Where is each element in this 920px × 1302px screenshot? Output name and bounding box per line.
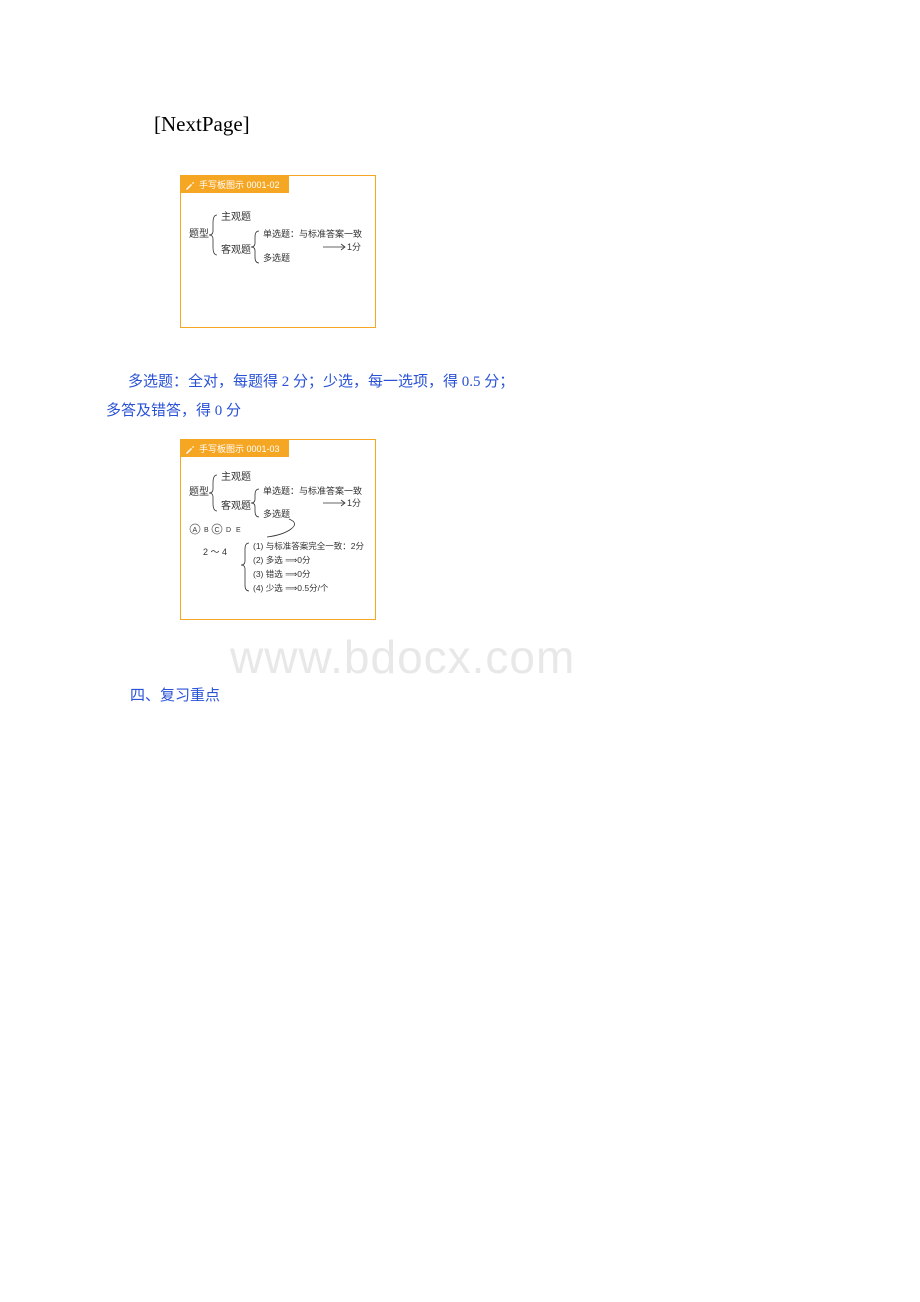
figure-1: 手写板图示 0001-02 题型 主观题 客观题 单选题：与标准答案一致 多选题… (180, 175, 376, 328)
figure-1-tree: 题型 主观题 客观题 单选题：与标准答案一致 多选题 1分 (187, 203, 371, 265)
rule-line-2: 多答及错答，得 0 分 (106, 397, 920, 426)
watermark: www.bdocx.com (230, 630, 575, 684)
brush-icon (185, 180, 195, 190)
fig2-rule4: (4) 少选 ⟹0.5分/个 (253, 583, 329, 593)
figure-2-body: 题型 主观题 客观题 单选题：与标准答案一致 多选题 1分 A B C D E … (181, 457, 375, 619)
figure-2-header-text: 手写板图示 0001-03 (199, 442, 280, 455)
fig2-rule1: (1) 与标准答案完全一致：2分 (253, 541, 364, 551)
fig1-root: 题型 (189, 227, 209, 240)
fig2-range: 2 ～ 4 (203, 547, 227, 557)
fig1-leaf-top: 单选题：与标准答案一致 (263, 228, 362, 239)
brush-icon (185, 444, 195, 454)
fig2-branch-top: 主观题 (221, 471, 251, 483)
fig2-score: 1分 (347, 498, 361, 508)
rule-line-1: 多选题：全对，每题得 2 分；少选，每一选项，得 0.5 分； (128, 368, 920, 397)
fig2-branch-bottom: 客观题 (221, 499, 251, 512)
figure-1-header-text: 手写板图示 0001-02 (199, 178, 280, 191)
svg-text:D: D (226, 527, 231, 534)
fig1-leaf-bottom: 多选题 (263, 252, 290, 263)
fig1-branch-top: 主观题 (221, 211, 251, 223)
fig2-rule3: (3) 错选 ⟹0分 (253, 569, 311, 579)
figure-1-header: 手写板图示 0001-02 (181, 176, 289, 193)
fig2-root: 题型 (189, 485, 209, 498)
svg-text:A: A (193, 527, 198, 534)
fig2-leaf-bottom: 多选题 (263, 508, 290, 519)
fig2-rule2: (2) 多选 ⟹0分 (253, 555, 311, 565)
svg-text:C: C (215, 527, 220, 534)
svg-text:E: E (236, 527, 241, 534)
figure-2-header: 手写板图示 0001-03 (181, 440, 289, 457)
fig1-score: 1分 (347, 242, 361, 252)
section-heading: 四、复习重点 (130, 682, 920, 711)
svg-text:B: B (204, 527, 209, 534)
nextpage-marker: [NextPage] (154, 112, 920, 137)
fig1-branch-bottom: 客观题 (221, 243, 251, 256)
figure-2-tree: 题型 主观题 客观题 单选题：与标准答案一致 多选题 1分 A B C D E … (187, 467, 371, 599)
figure-2: 手写板图示 0001-03 题型 主观题 客观题 单选题：与标准答案一致 多选题… (180, 439, 376, 620)
fig2-leaf-top: 单选题：与标准答案一致 (263, 485, 362, 496)
figure-1-body: 题型 主观题 客观题 单选题：与标准答案一致 多选题 1分 (181, 193, 375, 327)
